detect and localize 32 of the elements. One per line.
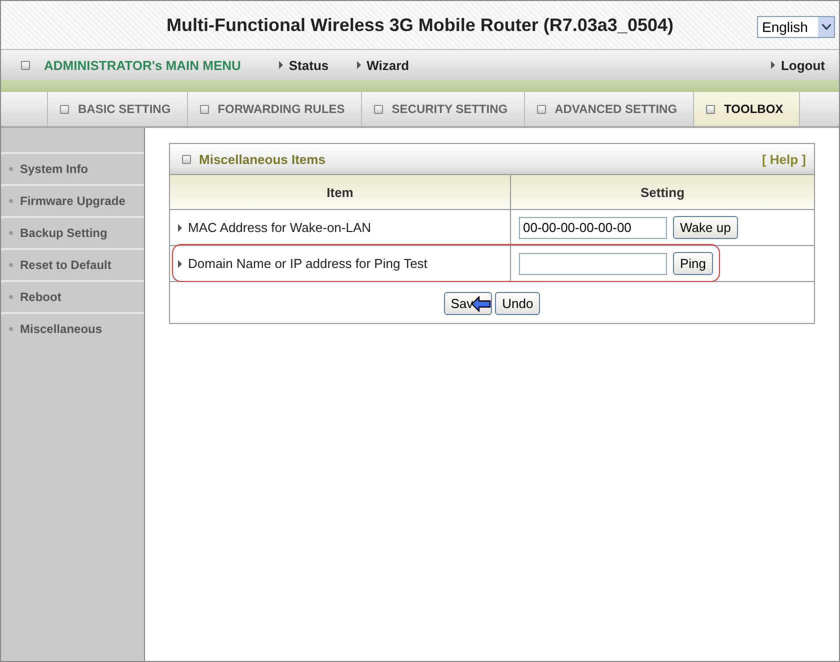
table-cell: Domain Name or IP address for Ping Test [170, 245, 510, 281]
nav-tab[interactable]: BASIC SETTING [47, 92, 187, 126]
save-button[interactable]: Sav [444, 292, 492, 315]
sidebar-item[interactable]: Reboot [1, 280, 144, 312]
caret-icon [822, 24, 830, 30]
action-button[interactable]: Ping [673, 252, 714, 275]
nav-tab[interactable]: FORWARDING RULES [186, 92, 361, 126]
action-button[interactable]: Wake up [673, 216, 738, 239]
help-link[interactable]: [ Help ] [762, 152, 806, 166]
page-title: Multi-Functional Wireless 3G Mobile Router (R7.03a3_0504) [166, 14, 674, 36]
table-cell: MAC Address for Wake-on-LAN [170, 209, 510, 245]
column-header: Setting [510, 174, 814, 209]
undo-button[interactable]: Undo [495, 292, 540, 315]
language-select[interactable]: English [757, 16, 835, 38]
input-field[interactable] [519, 252, 667, 274]
sidebar-item[interactable]: System Info [1, 152, 144, 184]
input-field[interactable]: 00-00-00-00-00-00 [519, 216, 667, 238]
column-header: Item [170, 174, 510, 209]
nav-link[interactable]: Status [278, 58, 329, 72]
sidebar-item[interactable]: Firmware Upgrade [1, 184, 144, 216]
sidebar-item[interactable]: Reset to Default [1, 248, 144, 280]
menu-title: ADMINISTRATOR's MAIN MENU [44, 58, 241, 72]
pointer-arrow-icon [471, 296, 492, 312]
sidebar-item[interactable]: Miscellaneous [1, 312, 144, 344]
nav-link[interactable]: Wizard [356, 58, 410, 72]
menu-icon [21, 60, 30, 70]
logout-link[interactable]: Logout [770, 58, 825, 72]
sidebar-item[interactable]: Backup Setting [1, 216, 144, 248]
panel-icon [182, 154, 191, 164]
nav-tab[interactable]: TOOLBOX [693, 92, 800, 126]
panel-title: Miscellaneous Items [199, 152, 326, 166]
nav-tab[interactable]: SECURITY SETTING [360, 92, 524, 126]
